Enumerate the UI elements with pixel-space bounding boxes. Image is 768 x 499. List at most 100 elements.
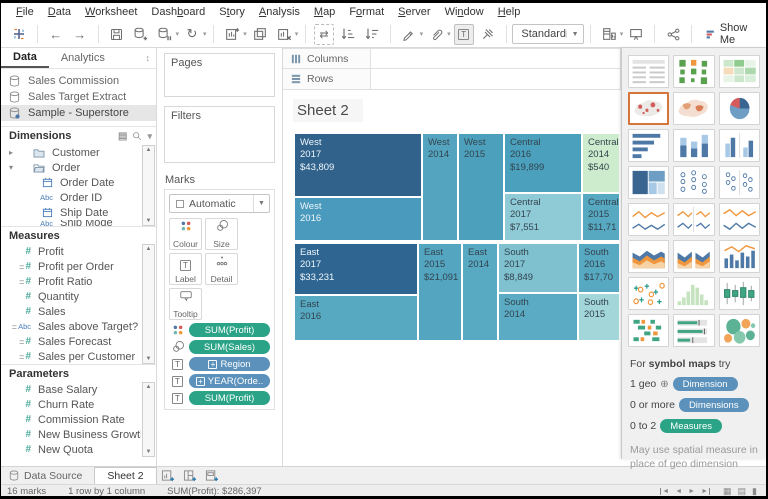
- marks-button-label[interactable]: TLabel: [169, 253, 202, 285]
- rows-shelf[interactable]: Rows: [283, 69, 621, 90]
- share-workbook-button[interactable]: [663, 24, 683, 45]
- pill-sum-sales-[interactable]: SUM(Sales): [189, 340, 270, 354]
- field-item[interactable]: Order Date: [1, 175, 141, 190]
- field-item[interactable]: #Sales: [1, 304, 141, 319]
- run-auto-updates-button[interactable]: ↻: [182, 24, 202, 45]
- field-item[interactable]: #Base Salary: [1, 382, 141, 397]
- save-button[interactable]: [106, 24, 126, 45]
- field-item[interactable]: #Churn Rate: [1, 397, 141, 412]
- pane-control-icon[interactable]: ↕: [146, 53, 157, 63]
- showme-circle-views-icon[interactable]: [673, 166, 714, 199]
- showme-dual-line-icon[interactable]: [719, 203, 760, 236]
- pill-year-orde-[interactable]: +YEAR(Orde..: [189, 374, 270, 388]
- showme-box-and-whisker-icon[interactable]: [719, 277, 760, 310]
- showme-filled-map-icon[interactable]: [673, 92, 714, 125]
- menu-item-map[interactable]: Map: [307, 6, 342, 18]
- menu-item-worksheet[interactable]: Worksheet: [78, 6, 144, 18]
- duplicate-sheet-button[interactable]: [250, 24, 270, 45]
- data-source-tab[interactable]: Data Source: [1, 467, 94, 484]
- menu-item-server[interactable]: Server: [391, 6, 437, 18]
- measures-scrollbar[interactable]: ▲▼: [142, 244, 155, 364]
- show-me-button[interactable]: Show Me: [698, 20, 760, 48]
- showme-dual-combination-icon[interactable]: [719, 240, 760, 273]
- treemap-cell[interactable]: East2015$21,091: [419, 244, 461, 340]
- mark-type-dropdown[interactable]: Automatic ▼: [169, 194, 270, 213]
- show-hide-cards-button[interactable]: [599, 24, 619, 45]
- field-item[interactable]: #New Business Growth: [1, 427, 141, 442]
- undo-button[interactable]: ←: [46, 24, 66, 45]
- data-source-item[interactable]: Sales Target Extract: [1, 89, 156, 105]
- treemap-cell[interactable]: South2016$17,70: [579, 244, 619, 292]
- menu-item-file[interactable]: File: [9, 6, 41, 18]
- showme-treemap-icon[interactable]: [628, 166, 669, 199]
- expand-icon[interactable]: ▸: [9, 148, 18, 157]
- treemap-cell[interactable]: East2014: [463, 244, 497, 340]
- showme-symbol-map-icon[interactable]: [628, 92, 669, 125]
- treemap-cell[interactable]: West2014: [423, 134, 457, 240]
- show-hide-cards-caret[interactable]: ▾: [620, 30, 624, 38]
- menu-item-story[interactable]: Story: [212, 6, 252, 18]
- treemap-cell[interactable]: South2014: [499, 294, 577, 340]
- redo-button[interactable]: →: [70, 24, 90, 45]
- pill-region[interactable]: +Region: [189, 357, 270, 371]
- pause-auto-updates-caret[interactable]: ▾: [175, 30, 179, 38]
- menu-item-dashboard[interactable]: Dashboard: [144, 6, 212, 18]
- filters-shelf[interactable]: Filters: [164, 106, 275, 163]
- treemap-cell[interactable]: Central2017$7,551: [505, 194, 581, 240]
- showme-side-by-side-bars-icon[interactable]: [719, 129, 760, 162]
- menu-item-format[interactable]: Format: [342, 6, 391, 18]
- showme-scatter-plot-icon[interactable]: [628, 277, 669, 310]
- treemap-cell[interactable]: Central2015$11,71: [583, 194, 619, 240]
- treemap-cell[interactable]: East2017$33,231: [295, 244, 417, 294]
- showme-area-discrete-icon[interactable]: [673, 240, 714, 273]
- sort-descending-button[interactable]: [362, 24, 382, 45]
- pause-auto-updates-button[interactable]: [154, 24, 174, 45]
- tab-analytics[interactable]: Analytics: [49, 48, 117, 68]
- showme-histogram-icon[interactable]: [673, 277, 714, 310]
- showme-horizontal-bars-icon[interactable]: [628, 129, 669, 162]
- field-item[interactable]: AbcShip Mode: [1, 220, 141, 226]
- group-members-button[interactable]: [426, 24, 446, 45]
- showme-side-by-side-circles-icon[interactable]: [719, 166, 760, 199]
- field-item[interactable]: =#Sales per Customer: [1, 349, 141, 364]
- show-tabs-icon[interactable]: ▦: [723, 486, 732, 496]
- showme-lines-discrete-icon[interactable]: [673, 203, 714, 236]
- chevron-down-icon[interactable]: ▼: [566, 31, 583, 38]
- sort-ascending-button[interactable]: [338, 24, 358, 45]
- new-dashboard-tab-button[interactable]: [183, 469, 197, 482]
- group-members-caret[interactable]: ▾: [447, 30, 451, 38]
- presentation-mode-button[interactable]: [626, 24, 646, 45]
- pill-sum-profit-[interactable]: SUM(Profit): [189, 391, 270, 405]
- new-worksheet-button[interactable]: [222, 24, 242, 45]
- columns-shelf-area[interactable]: [371, 49, 620, 68]
- showme-lines-continuous-icon[interactable]: [628, 203, 669, 236]
- rows-shelf-area[interactable]: [371, 69, 620, 89]
- field-item[interactable]: ▾Order: [1, 160, 141, 175]
- columns-shelf[interactable]: Columns: [283, 48, 621, 69]
- collapse-icon[interactable]: ▾: [9, 163, 18, 172]
- pages-shelf[interactable]: Pages: [164, 53, 275, 97]
- field-item[interactable]: Ship Date: [1, 205, 141, 220]
- chevron-down-icon[interactable]: ▼: [253, 195, 269, 212]
- show-mark-labels-button[interactable]: T: [454, 24, 474, 45]
- field-item[interactable]: AbcOrder ID: [1, 190, 141, 205]
- field-item[interactable]: ▸Customer: [1, 145, 141, 160]
- showme-bullet-graph-icon[interactable]: [673, 314, 714, 347]
- menu-item-help[interactable]: Help: [491, 6, 528, 18]
- new-worksheet-caret[interactable]: ▾: [243, 30, 247, 38]
- tab-data[interactable]: Data: [1, 48, 49, 68]
- data-source-item[interactable]: Sales Commission: [1, 73, 156, 89]
- showme-stacked-bars-icon[interactable]: [673, 129, 714, 162]
- marks-button-colour[interactable]: Colour: [169, 218, 202, 250]
- field-item[interactable]: =AbcSales above Target?: [1, 319, 141, 334]
- new-data-source-button[interactable]: [130, 24, 150, 45]
- menu-item-data[interactable]: Data: [41, 6, 78, 18]
- expand-hierarchy-icon[interactable]: +: [196, 377, 205, 386]
- clear-sheet-button[interactable]: [274, 24, 294, 45]
- showme-packed-bubbles-icon[interactable]: [719, 314, 760, 347]
- previous-sheet-icon[interactable]: ◄: [675, 488, 682, 495]
- marks-button-detail[interactable]: Detail: [205, 253, 238, 285]
- new-worksheet-tab-button[interactable]: [161, 469, 175, 482]
- treemap-cell[interactable]: West2015: [459, 134, 503, 240]
- dimensions-menu-caret[interactable]: ▾: [147, 131, 152, 142]
